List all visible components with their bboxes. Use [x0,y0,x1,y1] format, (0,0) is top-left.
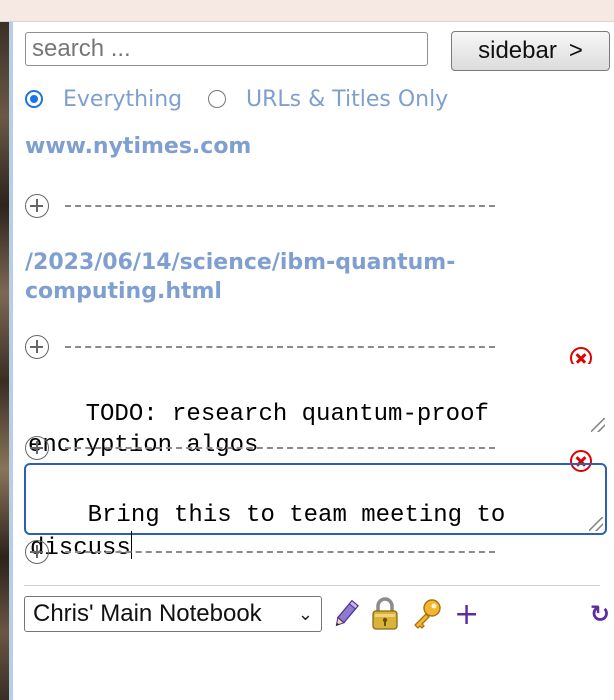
bottom-toolbar: Chris' Main Notebook ⌄ + ↻ [24,596,610,632]
note-textarea-focused[interactable]: Bring this to team meeting to discuss [24,463,607,562]
notebook-selected-label: Chris' Main Notebook [33,600,262,627]
plus-circle-icon[interactable] [25,436,49,460]
domain-link[interactable]: www.nytimes.com [25,134,251,159]
sidebar-button-label: sidebar [478,37,557,64]
radio-everything-label[interactable]: Everything [63,87,182,112]
toolbar-divider [24,585,600,586]
resize-grip-icon[interactable] [591,418,605,432]
dashed-divider [65,447,495,449]
pencil-icon[interactable] [332,596,360,632]
notebook-select[interactable]: Chris' Main Notebook ⌄ [24,596,322,632]
dashed-divider [65,346,495,348]
notes-panel: sidebar > Everything URLs & Titles Only … [13,22,614,700]
sidebar-button[interactable]: sidebar > [451,31,610,71]
plus-circle-icon[interactable] [25,540,49,564]
resize-grip-icon[interactable] [589,517,603,531]
lock-icon[interactable] [370,596,400,632]
radio-urls-titles-label[interactable]: URLs & Titles Only [246,87,448,112]
key-icon[interactable] [410,596,444,632]
plus-circle-icon[interactable] [25,194,49,218]
radio-everything[interactable] [25,90,43,108]
background-page-edge [0,22,9,700]
page-path-link[interactable]: /2023/06/14/science/ibm-quantum-computin… [25,248,545,306]
add-note-row[interactable] [25,194,495,218]
search-input[interactable] [25,32,428,66]
note-textarea[interactable]: TODO: research quantum-proof encryption … [24,364,607,459]
add-notebook-button[interactable]: + [454,596,479,632]
filter-urls-titles[interactable]: URLs & Titles Only [208,87,448,112]
dashed-divider [65,551,495,553]
add-note-row[interactable] [25,335,495,359]
radio-urls-titles[interactable] [208,90,226,108]
chevron-down-icon: ⌄ [297,603,313,624]
chevron-right-icon: > [568,37,583,64]
refresh-icon[interactable]: ↻ [590,600,610,628]
add-note-row[interactable] [25,540,495,564]
top-strip [0,0,614,22]
add-note-row[interactable] [25,436,495,460]
filter-everything[interactable]: Everything [25,87,182,112]
dashed-divider [65,205,495,207]
plus-circle-icon[interactable] [25,335,49,359]
